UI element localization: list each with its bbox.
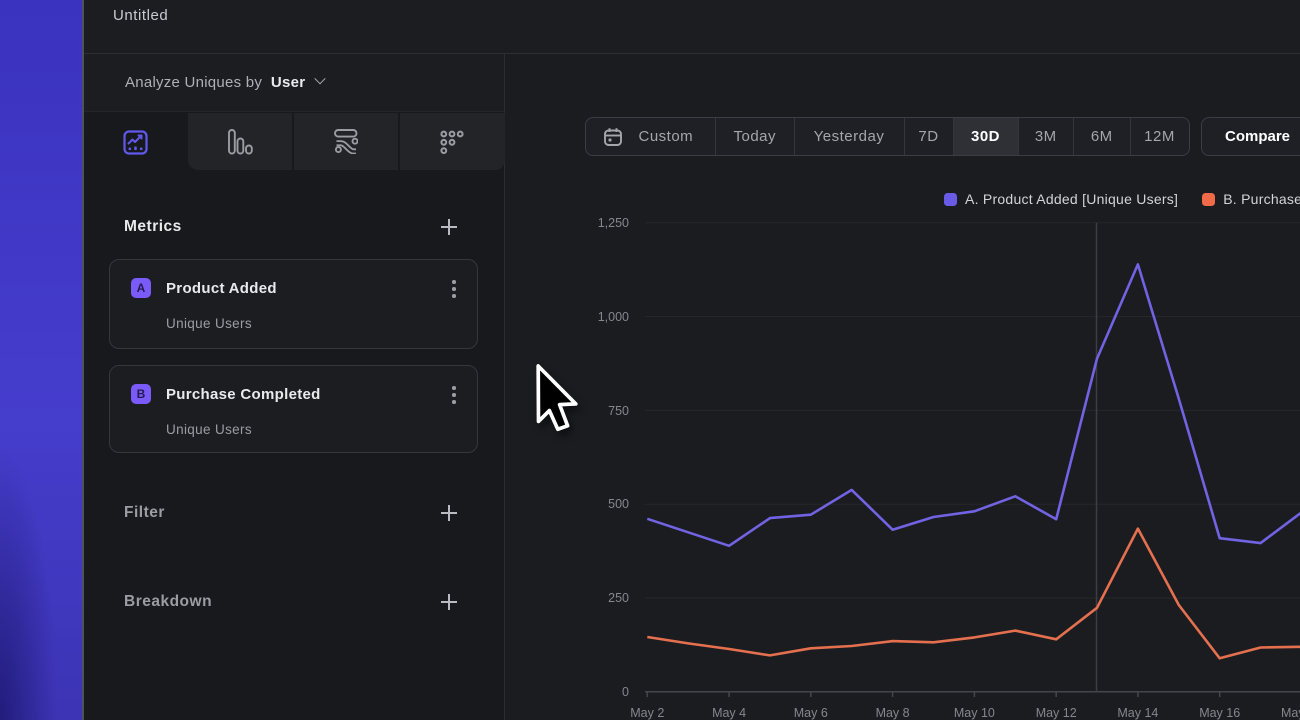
svg-text:May 6: May 6: [794, 706, 828, 720]
svg-text:May 4: May 4: [712, 706, 746, 720]
svg-text:May 10: May 10: [954, 706, 995, 720]
svg-text:May 16: May 16: [1199, 706, 1240, 720]
svg-text:May 12: May 12: [1036, 706, 1077, 720]
svg-text:1,250: 1,250: [598, 216, 629, 230]
svg-text:May 18: May 18: [1281, 706, 1300, 720]
svg-text:May 8: May 8: [876, 706, 910, 720]
svg-text:750: 750: [608, 404, 629, 418]
svg-text:500: 500: [608, 497, 629, 511]
svg-text:1,000: 1,000: [598, 310, 629, 324]
svg-text:0: 0: [622, 685, 629, 699]
svg-text:May 2: May 2: [630, 706, 664, 720]
svg-text:250: 250: [608, 591, 629, 605]
svg-text:May 14: May 14: [1117, 706, 1158, 720]
